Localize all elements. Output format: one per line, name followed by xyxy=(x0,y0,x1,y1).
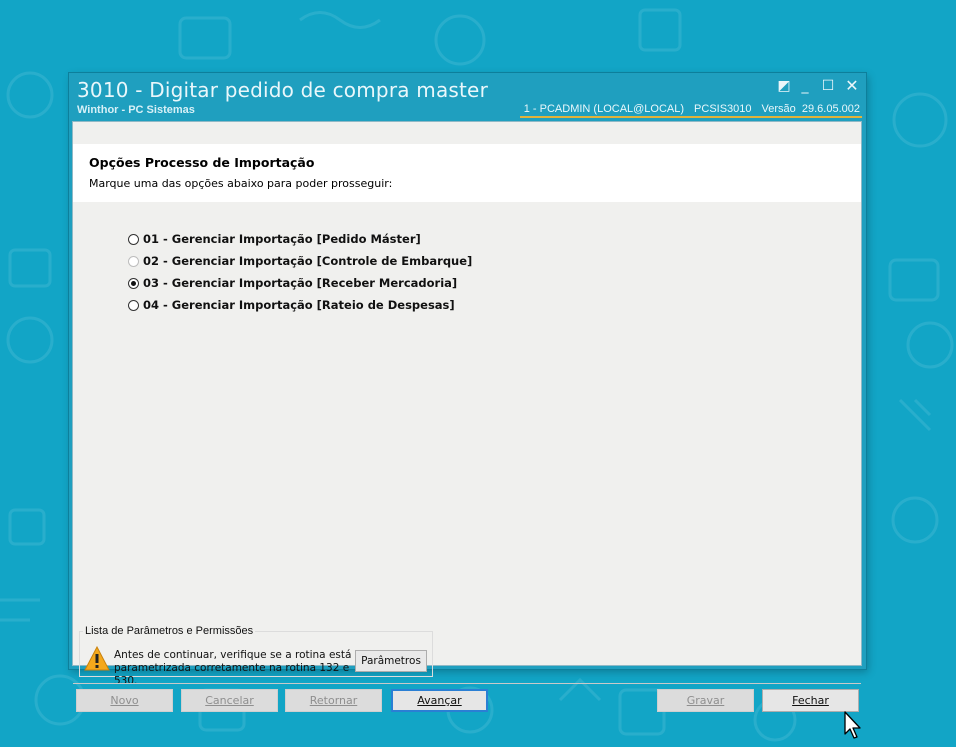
option-label: 03 - Gerenciar Importação [Receber Merca… xyxy=(143,276,458,290)
avancar-button[interactable]: Avançar xyxy=(391,689,488,712)
status-info: 1 - PCADMIN (LOCAL@LOCAL) PCSIS3010 Versão… xyxy=(519,103,862,118)
radio-button[interactable] xyxy=(128,277,139,289)
mouse-cursor-icon xyxy=(844,711,861,739)
option-receber-mercadoria[interactable]: 03 - Gerenciar Importação [Receber Merca… xyxy=(128,272,472,294)
warning-line-1: Antes de continuar, verifique se a rotin… xyxy=(114,649,352,661)
warning-icon xyxy=(84,646,110,671)
option-pedido-master[interactable]: 01 - Gerenciar Importação [Pedido Máster… xyxy=(128,228,472,250)
radio-button[interactable] xyxy=(128,233,139,245)
footer-divider xyxy=(73,683,861,684)
restore-icon[interactable]: ◩ xyxy=(775,78,793,94)
client-area: Opções Processo de Importação Marque uma… xyxy=(72,121,862,712)
warning-line-2: parametrizada corretamente na rotina 132… xyxy=(114,662,350,687)
parametros-button[interactable]: Parâmetros xyxy=(355,650,427,672)
gravar-button[interactable]: Gravar xyxy=(657,689,754,712)
option-label: 01 - Gerenciar Importação [Pedido Máster… xyxy=(143,232,421,246)
page-description: Marque uma das opções abaixo para poder … xyxy=(89,177,393,190)
title-bar[interactable]: 3010 - Digitar pedido de compra master W… xyxy=(69,73,866,121)
retornar-button[interactable]: Retornar xyxy=(285,689,382,712)
connection-label: 1 - PCADMIN (LOCAL@LOCAL) xyxy=(523,103,685,115)
module-label: PCSIS3010 xyxy=(694,103,752,115)
radio-button[interactable] xyxy=(128,255,139,267)
option-rateio-despesas[interactable]: 04 - Gerenciar Importação [Rateio de Des… xyxy=(128,294,472,316)
version-label: Versão 29.6.05.002 xyxy=(761,103,860,115)
import-options-group: 01 - Gerenciar Importação [Pedido Máster… xyxy=(128,228,472,316)
window-title: 3010 - Digitar pedido de compra master xyxy=(77,78,488,102)
fechar-button[interactable]: Fechar xyxy=(762,689,859,712)
minimize-icon[interactable]: _ xyxy=(796,78,814,94)
close-icon[interactable]: ✕ xyxy=(843,78,861,94)
option-label: 04 - Gerenciar Importação [Rateio de Des… xyxy=(143,298,455,312)
maximize-icon[interactable]: ☐ xyxy=(819,78,837,94)
radio-button[interactable] xyxy=(128,299,139,311)
option-controle-embarque[interactable]: 02 - Gerenciar Importação [Controle de E… xyxy=(128,250,472,272)
params-groupbox: Lista de Parâmetros e Permissões Antes d… xyxy=(79,625,433,687)
window-subtitle: Winthor - PC Sistemas xyxy=(77,104,195,116)
novo-button[interactable]: Novo xyxy=(76,689,173,712)
params-legend: Lista de Parâmetros e Permissões xyxy=(83,625,256,637)
header-panel: Opções Processo de Importação Marque uma… xyxy=(73,144,861,202)
cancelar-button[interactable]: Cancelar xyxy=(181,689,278,712)
main-window: 3010 - Digitar pedido de compra master W… xyxy=(69,73,866,712)
page-title: Opções Processo de Importação xyxy=(89,155,315,170)
option-label: 02 - Gerenciar Importação [Controle de E… xyxy=(143,254,473,268)
